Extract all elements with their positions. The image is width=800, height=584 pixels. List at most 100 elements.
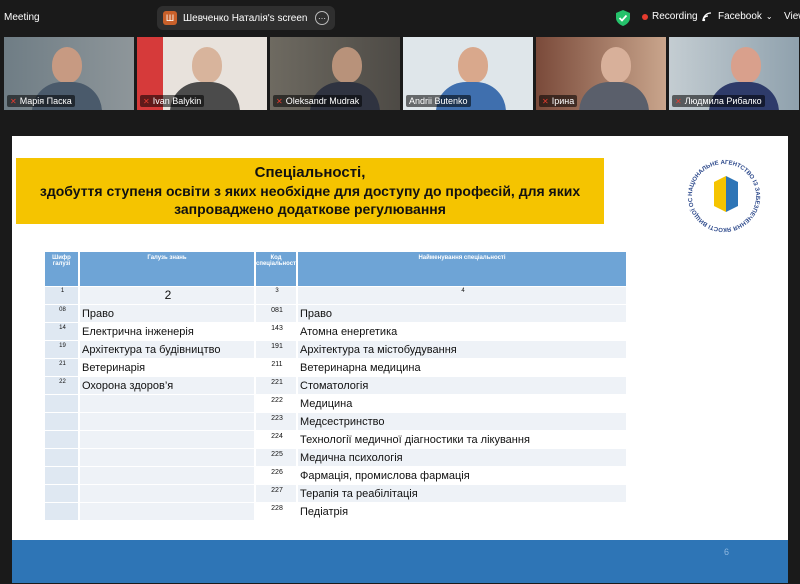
- livestream-facebook-button[interactable]: Facebook ⌄: [702, 11, 773, 22]
- agency-logo: НАЦІОНАЛЬНЕ АГЕНТСТВО ІЗ ЗАБЕЗПЕЧЕННЯ ЯК…: [684, 156, 760, 232]
- recording-indicator[interactable]: Recording: [642, 11, 698, 22]
- mic-muted-icon: ✕: [143, 96, 150, 106]
- table-cell: [80, 467, 256, 484]
- screen-share-label: Шевченко Наталія's screen: [183, 12, 308, 24]
- table-cell: Електрична інженерія: [80, 323, 256, 340]
- table-cell: 211: [256, 359, 298, 376]
- participant-tile[interactable]: ✕ Ірина: [536, 37, 666, 110]
- column-header: Галузь знань: [80, 252, 256, 286]
- table-cell: 14: [45, 323, 80, 340]
- participant-tile[interactable]: ✕ Марія Паска: [4, 37, 134, 110]
- table-cell: 22: [45, 377, 80, 394]
- participant-name: Ivan Balykin: [152, 96, 202, 106]
- specialties-table: Шифр галузі Галузь знань Код спеціальнос…: [45, 252, 628, 520]
- table-cell: Архітектура та містобудування: [298, 341, 628, 358]
- zoom-top-bar: Meeting Ш Шевченко Наталія's screen ⋯ Re…: [0, 0, 800, 36]
- table-cell: [80, 485, 256, 502]
- participant-tile[interactable]: ✕ Oleksandr Mudrak: [270, 37, 400, 110]
- table-row: 14 Електрична інженерія 143 Атомна енергети…: [45, 322, 628, 340]
- table-row: 226 Фармація, промислова фармація: [45, 466, 628, 484]
- table-cell: 19: [45, 341, 80, 358]
- shared-screen-area: Спеціальності, здобуття ступеня освіти з…: [0, 110, 800, 584]
- mic-muted-icon: ✕: [276, 96, 283, 106]
- recording-label: Recording: [652, 11, 698, 22]
- column-header: Найменування спеціальності: [298, 252, 628, 286]
- table-cell: Технології медичної діагностики та лікув…: [298, 431, 628, 448]
- table-cell: [45, 395, 80, 412]
- table-cell: 4: [298, 287, 628, 304]
- table-cell: Право: [80, 305, 256, 322]
- table-cell: Ветеринарна медицина: [298, 359, 628, 376]
- meeting-label: Meeting: [4, 12, 40, 23]
- table-cell: Атомна енергетика: [298, 323, 628, 340]
- column-header: Шифр галузі: [45, 252, 80, 286]
- table-cell: [80, 503, 256, 520]
- table-cell: [80, 395, 256, 412]
- table-row: 224 Технології медичної діагностики та лі…: [45, 430, 628, 448]
- participant-name-tag: ✕ Ірина: [539, 95, 578, 107]
- recording-dot-icon: [642, 13, 648, 20]
- table-cell: Стоматологія: [298, 377, 628, 394]
- table-body: 08 Право 081 Право 14 Електрична інженерія 143…: [45, 304, 628, 520]
- slide-title-line: здобуття ступеня освіти з яких необхідне…: [39, 183, 581, 199]
- table-cell: [80, 449, 256, 466]
- view-button[interactable]: View: [784, 11, 800, 22]
- table-cell: Ветеринарія: [80, 359, 256, 376]
- participant-tile[interactable]: ✕ Ivan Balykin: [137, 37, 267, 110]
- table-cell: [80, 413, 256, 430]
- table-cell: 228: [256, 503, 298, 520]
- participant-name-tag: ✕ Ivan Balykin: [140, 95, 205, 107]
- table-cell: 223: [256, 413, 298, 430]
- table-row: 21 Ветеринарія 211 Ветеринарна медицина: [45, 358, 628, 376]
- table-cell: 191: [256, 341, 298, 358]
- table-cell: 222: [256, 395, 298, 412]
- participant-name-tag: ✕ Oleksandr Mudrak: [273, 95, 363, 107]
- table-cell: 227: [256, 485, 298, 502]
- table-cell: Медична психологія: [298, 449, 628, 466]
- slide-title: Спеціальності, здобуття ступеня освіти з…: [16, 158, 604, 224]
- table-cell: 221: [256, 377, 298, 394]
- sharer-avatar: Ш: [163, 11, 177, 25]
- screen-share-indicator[interactable]: Ш Шевченко Наталія's screen ⋯: [157, 6, 335, 30]
- table-cell: 143: [256, 323, 298, 340]
- participant-name: Марія Паска: [19, 96, 72, 106]
- table-cell: Право: [298, 305, 628, 322]
- slide-footer-bar: [12, 540, 788, 583]
- more-options-icon[interactable]: ⋯: [315, 11, 329, 25]
- table-cell: Охорона здоров’я: [80, 377, 256, 394]
- table-row: 22 Охорона здоров’я 221 Стоматологія: [45, 376, 628, 394]
- table-cell: 226: [256, 467, 298, 484]
- table-cell: [45, 413, 80, 430]
- slide-page-number: 6: [724, 547, 730, 557]
- table-cell: [45, 503, 80, 520]
- mic-muted-icon: ✕: [542, 96, 549, 106]
- participant-name-tag: ✕ Людмила Рибалко: [672, 95, 765, 107]
- table-cell: Терапія та реабілітація: [298, 485, 628, 502]
- participant-gallery: ✕ Марія Паска ✕ Ivan Balykin ✕ Oleksandr…: [0, 36, 800, 110]
- table-cell: 1: [45, 287, 80, 304]
- participant-name: Людмила Рибалко: [684, 96, 762, 106]
- table-row: 08 Право 081 Право: [45, 304, 628, 322]
- mic-muted-icon: ✕: [10, 96, 17, 106]
- column-header: Код спеціальності: [256, 252, 298, 286]
- table-row: 223 Медсестринство: [45, 412, 628, 430]
- slide-title-line: запроваджено додаткове регулювання: [174, 201, 446, 217]
- participant-name: Ірина: [551, 96, 575, 106]
- mic-muted-icon: ✕: [675, 96, 682, 106]
- table-cell: Педіатрія: [298, 503, 628, 520]
- security-shield-icon[interactable]: [616, 10, 630, 26]
- participant-tile[interactable]: ✕ Людмила Рибалко: [669, 37, 799, 110]
- table-cell: Медсестринство: [298, 413, 628, 430]
- slide-title-line: Спеціальності,: [254, 164, 366, 181]
- participant-tile-active-speaker[interactable]: Andrii Butenko: [403, 37, 533, 110]
- table-cell: 2: [80, 287, 256, 304]
- table-cell: [45, 467, 80, 484]
- participant-name-tag: ✕ Марія Паска: [7, 95, 75, 107]
- table-row: 228 Педіатрія: [45, 502, 628, 520]
- participant-name: Andrii Butenko: [409, 96, 468, 106]
- presentation-slide: Спеціальності, здобуття ступеня освіти з…: [12, 136, 788, 583]
- participant-name: Oleksandr Mudrak: [285, 96, 360, 106]
- table-cell: [45, 485, 80, 502]
- table-cell: 08: [45, 305, 80, 322]
- table-cell: [45, 431, 80, 448]
